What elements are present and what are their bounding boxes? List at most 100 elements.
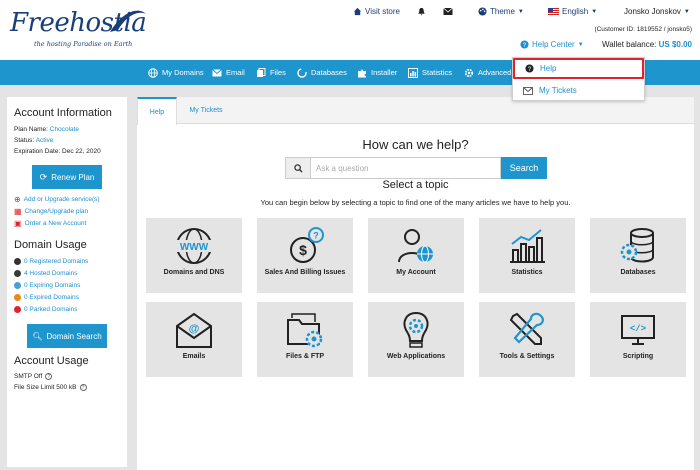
topic-emails[interactable]: @ Emails <box>146 302 242 377</box>
link-label: Add or Upgrade service(s) <box>23 196 100 203</box>
help-center-dropdown[interactable]: ? Help Center ▼ <box>520 40 584 49</box>
puzzle-icon <box>358 69 366 77</box>
language-dropdown[interactable]: English ▼ <box>548 7 597 16</box>
smtp-status: SMTP Off ? <box>14 373 53 380</box>
registered-domains-link[interactable]: 0 Registered Domains <box>14 258 88 265</box>
change-upgrade-plan-link[interactable]: ▦ Change/Upgrade plan <box>14 207 88 216</box>
envelope-icon <box>523 86 533 95</box>
globe-icon <box>148 67 158 78</box>
topic-label: Web Applications <box>386 353 446 360</box>
account-usage-title: Account Usage <box>14 355 89 367</box>
nav-installer[interactable]: Installer <box>357 60 397 85</box>
notifications-button[interactable] <box>417 7 426 16</box>
refresh-icon: ⟳ <box>39 171 48 182</box>
account-info-title: Account Information <box>14 107 112 119</box>
menu-item-label: My Tickets <box>539 86 577 95</box>
topic-tools-settings[interactable]: Tools & Settings <box>479 302 575 377</box>
nav-statistics[interactable]: Statistics <box>408 60 452 85</box>
page-body: Account Information Plan Name: Chocolate… <box>0 85 700 470</box>
question-circle-icon[interactable]: ? <box>45 373 53 380</box>
topic-label: Scripting <box>622 353 654 360</box>
header: Freehostia the hosting Paradise on Earth… <box>0 0 700 60</box>
user-globe-icon <box>398 229 433 263</box>
database-icon <box>297 67 307 78</box>
topic-my-account[interactable]: My Account <box>368 218 464 293</box>
user-menu[interactable]: Jonsko Jonskov ▼ <box>624 7 690 16</box>
mail-icon <box>443 7 453 15</box>
nav-advanced[interactable]: Advanced <box>464 60 511 85</box>
topic-web-applications[interactable]: Web Applications <box>368 302 464 377</box>
hosted-domains-link[interactable]: 4 Hosted Domains <box>14 270 77 277</box>
theme-dropdown[interactable]: Theme ▼ <box>478 7 524 16</box>
topic-domains-dns[interactable]: WWW Domains and DNS <box>146 218 242 293</box>
monitor-code-icon: </> <box>621 315 655 345</box>
nav-label: Statistics <box>422 68 453 77</box>
topic-sales-billing[interactable]: $ ? Sales And Billing Issues <box>257 218 353 293</box>
database-gear-icon <box>620 228 654 263</box>
wallet-label: Wallet balance: <box>602 40 657 49</box>
topic-heading: Select a topic <box>382 179 449 191</box>
tab-my-tickets[interactable]: My Tickets <box>177 97 235 124</box>
search-input[interactable] <box>311 157 501 179</box>
stat-label: 0 Expiring Domains <box>24 282 81 289</box>
nav-files[interactable]: Files <box>256 60 286 85</box>
topic-databases[interactable]: Databases <box>590 218 686 293</box>
topic-files-ftp[interactable]: Files & FTP <box>257 302 353 377</box>
email-icon: @ <box>176 312 212 348</box>
freehostia-logo[interactable]: Freehostia the hosting Paradise on Earth <box>10 10 147 52</box>
menu-item-my-tickets[interactable]: My Tickets <box>513 80 644 101</box>
billing-icon: $ ? <box>290 227 324 263</box>
question-circle-icon: ? <box>525 64 534 73</box>
swoosh-icon <box>110 10 146 32</box>
globe-icon <box>14 294 21 301</box>
plan-value: Chocolate <box>49 126 80 133</box>
language-label: English <box>562 7 589 16</box>
domain-search-label: Domain Search <box>46 331 102 341</box>
nav-label: Advanced <box>478 68 512 77</box>
files-icon <box>257 67 266 77</box>
search-icon <box>285 157 311 179</box>
theme-label: Theme <box>490 7 515 16</box>
nav-my-domains[interactable]: My Domains <box>148 60 204 85</box>
us-flag-icon <box>548 8 559 15</box>
nav-databases[interactable]: Databases <box>297 60 347 85</box>
bell-icon <box>418 7 425 16</box>
renew-plan-button[interactable]: ⟳ Renew Plan <box>32 165 102 189</box>
topic-label: Domains and DNS <box>163 269 225 276</box>
status-label: Status: <box>14 137 35 144</box>
stat-label: 0 Registered Domains <box>24 258 89 265</box>
svg-text:?: ? <box>528 66 532 73</box>
www-globe-icon: WWW <box>176 228 212 264</box>
topic-statistics[interactable]: Statistics <box>479 218 575 293</box>
svg-text:?: ? <box>313 231 319 241</box>
messages-button[interactable] <box>443 7 453 16</box>
chevron-down-icon: ▼ <box>577 41 584 48</box>
tab-help[interactable]: Help <box>137 97 177 125</box>
topic-label: Databases <box>620 269 656 276</box>
logo-tagline: the hosting Paradise on Earth <box>34 40 133 48</box>
expired-domains-link[interactable]: 0 Expired Domains <box>14 294 79 301</box>
menu-item-help[interactable]: ? Help <box>513 58 644 79</box>
topic-label: My Account <box>396 269 436 276</box>
svg-text:WWW: WWW <box>180 242 209 253</box>
expiring-domains-link[interactable]: 0 Expiring Domains <box>14 282 80 289</box>
topic-scripting[interactable]: </> Scripting <box>590 302 686 377</box>
globe-icon <box>14 306 21 313</box>
nav-email[interactable]: Email <box>212 60 245 85</box>
plus-circle-icon: ⊕ <box>14 195 21 204</box>
question-circle-icon[interactable]: ? <box>79 384 87 391</box>
topic-label: Sales And Billing Issues <box>264 269 346 276</box>
link-label: Order a New Account <box>24 220 87 227</box>
visit-store-link[interactable]: Visit store <box>353 7 400 16</box>
tab-label: My Tickets <box>189 107 223 114</box>
cart-icon: ▣ <box>14 219 22 228</box>
gear-icon <box>464 68 474 77</box>
magnifier-icon <box>293 163 303 173</box>
order-new-account-link[interactable]: ▣ Order a New Account <box>14 219 86 228</box>
add-upgrade-service-link[interactable]: ⊕ Add or Upgrade service(s) <box>14 195 100 204</box>
wrench-screwdriver-icon <box>509 312 544 345</box>
domain-search-button[interactable]: 🔍︎ Domain Search <box>27 324 107 348</box>
search-button[interactable]: Search <box>501 157 547 179</box>
expiration-date: Expiration Date: Dec 22, 2020 <box>14 148 101 155</box>
parked-domains-link[interactable]: 0 Parked Domains <box>14 306 77 313</box>
